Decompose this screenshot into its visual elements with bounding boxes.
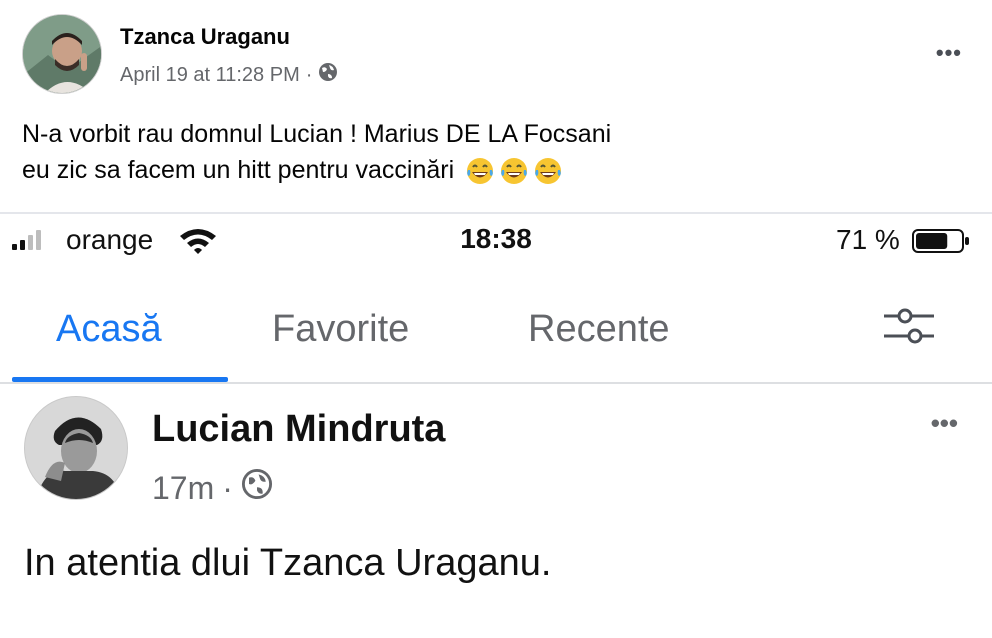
tab-bar: Acasă Favorite Recente [0, 290, 992, 384]
inner-post-text: In atentia dlui Tzanca Uraganu. [24, 542, 552, 584]
tab-acasa[interactable]: Acasă [56, 308, 162, 351]
more-options-icon[interactable]: ••• [936, 40, 962, 66]
post-header: Tzanca Uraganu April 19 at 11:28 PM · ••… [22, 14, 972, 98]
post-text-line-2-text: eu zic sa facem un hitt pentru vaccinări [22, 156, 455, 184]
inner-more-options-icon[interactable]: ••• [931, 408, 958, 439]
embedded-screenshot: orange 18:38 71 % Acasă Favorite Recente [0, 214, 992, 638]
post-text: N-a vorbit rau domnul Lucian ! Marius DE… [22, 116, 922, 188]
avatar[interactable] [22, 14, 102, 94]
battery-percent: 71 % [836, 224, 900, 255]
filter-settings-icon[interactable] [878, 302, 938, 352]
face-with-tears-of-joy-icon [535, 158, 562, 185]
tab-favorite[interactable]: Favorite [272, 308, 409, 351]
post-timestamp[interactable]: April 19 at 11:28 PM [120, 64, 300, 87]
face-with-tears-of-joy-icon [501, 158, 528, 185]
globe-icon [318, 62, 338, 88]
inner-author-name[interactable]: Lucian Mindruta [152, 408, 445, 451]
meta-separator: · [305, 63, 313, 86]
post-text-line-2: eu zic sa facem un hitt pentru vaccinări [22, 152, 922, 188]
active-tab-indicator [12, 377, 228, 382]
inner-post-meta: 17m · [152, 468, 273, 508]
globe-icon [241, 468, 273, 508]
inner-avatar[interactable] [24, 396, 128, 500]
inner-post-time[interactable]: 17m [152, 470, 214, 507]
inner-meta-separator: · [222, 469, 233, 506]
post-meta: April 19 at 11:28 PM · [120, 62, 338, 88]
battery-icon [912, 229, 969, 253]
author-name[interactable]: Tzanca Uraganu [120, 24, 290, 50]
status-bar: orange 18:38 71 % [0, 214, 992, 270]
tab-recente[interactable]: Recente [528, 308, 670, 351]
emoji-row [465, 156, 563, 186]
face-with-tears-of-joy-icon [467, 158, 494, 185]
post-text-line-1: N-a vorbit rau domnul Lucian ! Marius DE… [22, 120, 612, 148]
inner-post: Lucian Mindruta 17m · ••• In atentia dlu… [0, 386, 992, 638]
